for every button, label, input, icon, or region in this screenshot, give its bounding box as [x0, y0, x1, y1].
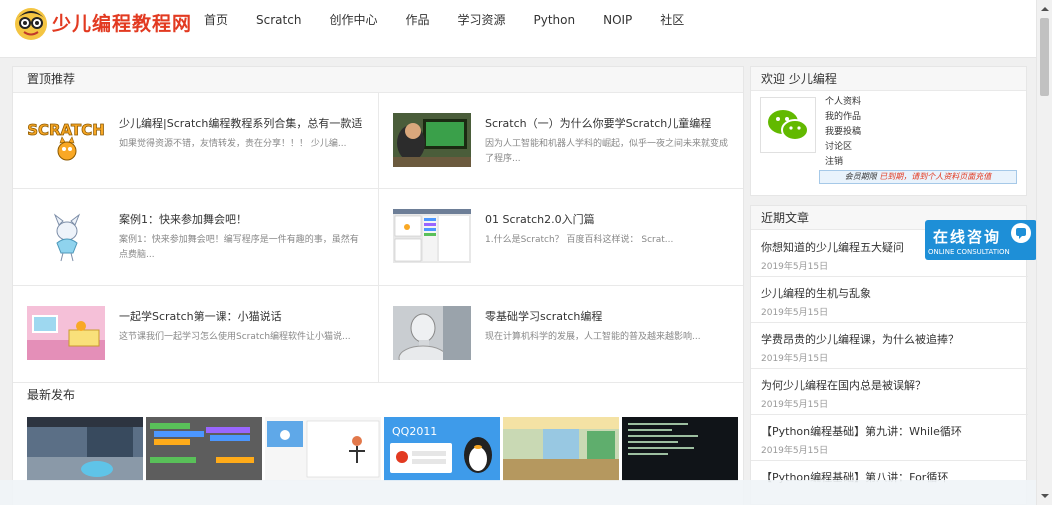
link-forum[interactable]: 讨论区 [825, 140, 861, 155]
recent-post-title[interactable]: 你想知道的少儿编程五大疑问 [761, 239, 904, 255]
welcome-box: 欢迎 少儿编程 个人资料 我的作品 我要投稿 讨论区 注销 会员期限 已到期，请… [750, 66, 1027, 196]
nav-create-center[interactable]: 创作中心 [315, 0, 391, 40]
pinned-item-desc: 1.什么是Scratch？ 百度百科这样说： Scrat... [485, 235, 674, 245]
main-nav: 首页 Scratch 创作中心 作品 学习资源 Python NOIP 社区 [190, 0, 698, 40]
svg-text:SCRATCH: SCRATCH [27, 121, 105, 139]
latest-thumb-qq2011[interactable]: QQ2011 [384, 417, 500, 481]
pinned-item[interactable]: SCRATCH 少儿编程|Scratch编程教程系列合集，总有一款适 如果觉得资… [13, 93, 378, 189]
recent-post-title[interactable]: 学费昂贵的少儿编程课，为什么被追捧？ [761, 331, 959, 347]
latest-section-title: 最新发布 [27, 388, 76, 402]
link-submit[interactable]: 我要投稿 [825, 125, 861, 140]
site-header: 少儿编程教程网 首页 Scratch 创作中心 作品 学习资源 Python N… [0, 0, 1036, 58]
recent-post-date: 2019年5月15日 [761, 400, 829, 410]
cartoon-room-thumbnail [27, 306, 105, 360]
recent-post-title[interactable]: 【Python编程基础】第九讲：While循环 [761, 423, 962, 439]
nav-resources[interactable]: 学习资源 [443, 0, 519, 40]
page-scrollbar[interactable] [1036, 0, 1052, 505]
nav-python[interactable]: Python [519, 0, 589, 40]
nav-community[interactable]: 社区 [646, 0, 698, 40]
user-links: 个人资料 我的作品 我要投稿 讨论区 注销 [825, 95, 861, 170]
pinned-item[interactable]: Scratch（一）为什么你要学Scratch儿童编程 因为人工智能和机器人学科… [378, 93, 743, 189]
pinned-item-desc: 这节课我们一起学习怎么使用Scratch编程软件让小猫说... [119, 332, 351, 342]
link-profile[interactable]: 个人资料 [825, 95, 861, 110]
recent-post[interactable]: 少儿编程的生机与乱象 2019年5月15日 [751, 277, 1028, 323]
scratch-logo-thumbnail: SCRATCH [27, 113, 105, 167]
pinned-item-desc: 因为人工智能和机器人学科的崛起，似乎一夜之间未来就变成了程序... [485, 139, 729, 164]
logo-text: 少儿编程教程网 [52, 13, 193, 35]
membership-label: 会员期限 [844, 172, 877, 181]
pinned-item[interactable]: 案例1：快来参加舞会吧！ 案例1：快来参加舞会吧！编写程序是一件有趣的事，虽然有… [13, 189, 378, 285]
nav-home[interactable]: 首页 [190, 0, 242, 40]
consult-title: 在线咨询 [933, 228, 1002, 246]
recent-post[interactable]: 为何少儿编程在国内总是被误解？ 2019年5月15日 [751, 369, 1028, 415]
scroll-thumb[interactable] [1040, 18, 1049, 96]
recent-post-date: 2019年5月15日 [761, 446, 829, 456]
pinned-item-title[interactable]: 零基础学习scratch编程 [485, 308, 602, 324]
recent-post-date: 2019年5月15日 [761, 262, 829, 272]
latest-thumb-code-blocks[interactable] [146, 417, 262, 481]
child-computer-thumbnail [393, 113, 471, 167]
pinned-item-title[interactable]: 案例1：快来参加舞会吧！ [119, 211, 247, 227]
recent-post[interactable]: 学费昂贵的少儿编程课，为什么被追捧？ 2019年5月15日 [751, 323, 1028, 369]
recent-post-title[interactable]: 为何少儿编程在国内总是被误解？ [761, 377, 926, 393]
pinned-item-title[interactable]: 少儿编程|Scratch编程教程系列合集，总有一款适 [119, 115, 362, 131]
latest-thumb-3d-scene[interactable] [27, 417, 143, 481]
link-my-works[interactable]: 我的作品 [825, 110, 861, 125]
scroll-up-icon[interactable] [1040, 4, 1050, 14]
latest-thumb-classroom[interactable] [503, 417, 619, 481]
pinned-section-title: 置顶推荐 [13, 67, 743, 93]
main-content: 置顶推荐 SCRATCH 少儿编程|Scratch编程教程系列合集，总有一款适 … [12, 66, 744, 505]
recent-post-date: 2019年5月15日 [761, 308, 829, 318]
pinned-item-desc: 如果觉得资源不错，友情转发，贵在分享！！！ 少儿编... [119, 139, 347, 149]
latest-thumb-scratch-project[interactable] [265, 417, 381, 481]
pinned-item[interactable]: 01 Scratch2.0入门篇 1.什么是Scratch？ 百度百科这样说： … [378, 189, 743, 285]
mascot-logo-icon [15, 8, 47, 40]
dancer-sprite-thumbnail [27, 209, 105, 263]
scratch-editor-thumbnail [393, 209, 471, 263]
robot-thumbnail [393, 306, 471, 360]
pinned-item-title[interactable]: 一起学Scratch第一课：小猫说话 [119, 308, 282, 324]
membership-notice[interactable]: 会员期限 已到期，请到个人资料页面充值 [819, 170, 1017, 184]
welcome-title: 欢迎 少儿编程 [751, 67, 1026, 91]
scroll-down-icon[interactable] [1040, 491, 1050, 501]
recent-post-title[interactable]: 少儿编程的生机与乱象 [761, 285, 871, 301]
latest-thumb-terminal[interactable] [622, 417, 738, 481]
site-logo[interactable]: 少儿编程教程网 [12, 3, 192, 43]
consult-subtitle: ONLINE CONSULTATION [928, 248, 1010, 256]
avatar[interactable] [760, 97, 816, 153]
pinned-item-desc: 案例1：快来参加舞会吧！编写程序是一件有趣的事，虽然有点费脑... [119, 235, 359, 260]
pinned-item[interactable]: 一起学Scratch第一课：小猫说话 这节课我们一起学习怎么使用Scratch编… [13, 286, 378, 382]
bottom-overlay [0, 480, 1036, 505]
recent-post[interactable]: 【Python编程基础】第九讲：While循环 2019年5月15日 [751, 415, 1028, 461]
pinned-item[interactable]: 零基础学习scratch编程 现在计算机科学的发展，人工智能的普及越来越影响..… [378, 286, 743, 382]
nav-works[interactable]: 作品 [391, 0, 443, 40]
pinned-item-title[interactable]: Scratch（一）为什么你要学Scratch儿童编程 [485, 115, 711, 131]
nav-noip[interactable]: NOIP [589, 0, 646, 40]
qq-thumb-text: QQ2011 [392, 425, 437, 438]
pinned-grid: SCRATCH 少儿编程|Scratch编程教程系列合集，总有一款适 如果觉得资… [13, 93, 743, 383]
wechat-icon [768, 110, 809, 141]
link-logout[interactable]: 注销 [825, 155, 861, 170]
chat-bubble-icon [1011, 223, 1031, 243]
pinned-item-desc: 现在计算机科学的发展，人工智能的普及越来越影响... [485, 332, 701, 342]
online-consult-button[interactable]: 在线咨询 ONLINE CONSULTATION [925, 220, 1037, 260]
nav-scratch[interactable]: Scratch [242, 0, 315, 40]
membership-warning: 已到期，请到个人资料页面充值 [879, 172, 992, 181]
recent-post-date: 2019年5月15日 [761, 354, 829, 364]
pinned-item-title[interactable]: 01 Scratch2.0入门篇 [485, 211, 595, 227]
